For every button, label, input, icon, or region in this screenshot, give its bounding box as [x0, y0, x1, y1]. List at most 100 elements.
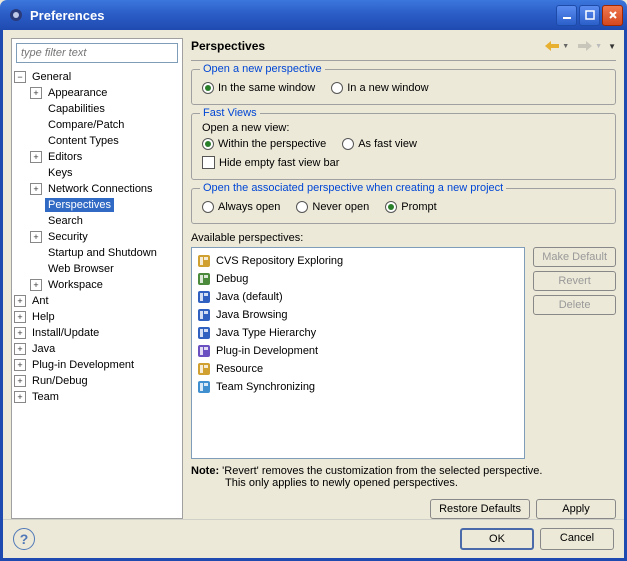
restore-defaults-button[interactable]: Restore Defaults — [430, 499, 530, 519]
tree-item-ant[interactable]: +Ant — [14, 293, 180, 309]
fast-views-group: Fast Views Open a new view: Within the p… — [191, 113, 616, 180]
perspective-icon — [196, 379, 212, 395]
radio-always-open[interactable]: Always open — [202, 201, 280, 213]
tree-item-capabilities[interactable]: Capabilities — [14, 101, 180, 117]
check-hide-empty[interactable]: Hide empty fast view bar — [202, 156, 605, 169]
back-icon[interactable] — [544, 38, 560, 54]
perspective-item[interactable]: CVS Repository Exploring — [196, 252, 520, 270]
tree-label: Ant — [29, 294, 52, 308]
checkbox-icon — [202, 156, 215, 169]
expander-icon[interactable]: + — [14, 311, 26, 323]
tree-item-plug-in-development[interactable]: +Plug-in Development — [14, 357, 180, 373]
expander-icon[interactable]: + — [14, 391, 26, 403]
expander-icon[interactable]: + — [14, 327, 26, 339]
tree-item-content-types[interactable]: Content Types — [14, 133, 180, 149]
tree-item-keys[interactable]: Keys — [14, 165, 180, 181]
menu-dropdown-icon[interactable]: ▼ — [608, 42, 616, 51]
radio-as-fast-view[interactable]: As fast view — [342, 138, 417, 150]
tree-item-editors[interactable]: +Editors — [14, 149, 180, 165]
tree-item-team[interactable]: +Team — [14, 389, 180, 405]
titlebar[interactable]: Preferences — [0, 0, 627, 30]
radio-same-window[interactable]: In the same window — [202, 82, 315, 94]
window-title: Preferences — [28, 8, 556, 23]
tree-item-install-update[interactable]: +Install/Update — [14, 325, 180, 341]
perspective-icon — [196, 271, 212, 287]
tree-item-compare-patch[interactable]: Compare/Patch — [14, 117, 180, 133]
tree-item-security[interactable]: +Security — [14, 229, 180, 245]
perspective-icon — [196, 307, 212, 323]
perspective-item[interactable]: Debug — [196, 270, 520, 288]
available-label: Available perspectives: — [191, 232, 616, 244]
perspective-label: Plug-in Development — [216, 345, 318, 357]
expander-icon[interactable]: + — [14, 359, 26, 371]
tree-label: Appearance — [45, 86, 110, 100]
tree-item-workspace[interactable]: +Workspace — [14, 277, 180, 293]
tree-item-help[interactable]: +Help — [14, 309, 180, 325]
tree-label: Install/Update — [29, 326, 102, 340]
radio-icon — [202, 138, 214, 150]
note-text: Note: 'Revert' removes the customization… — [191, 465, 616, 489]
perspectives-list[interactable]: CVS Repository Exploring DebugJava (defau… — [191, 247, 525, 459]
expander-icon[interactable]: + — [30, 231, 42, 243]
ok-button[interactable]: OK — [460, 528, 534, 550]
tree-item-appearance[interactable]: +Appearance — [14, 85, 180, 101]
tree-item-search[interactable]: Search — [14, 213, 180, 229]
tree-item-run-debug[interactable]: +Run/Debug — [14, 373, 180, 389]
tree-label: Keys — [45, 166, 75, 180]
expander-icon[interactable]: + — [30, 183, 42, 195]
tree-label: Editors — [45, 150, 85, 164]
tree-item-perspectives[interactable]: Perspectives — [14, 197, 180, 213]
new-project-group: Open the associated perspective when cre… — [191, 188, 616, 224]
perspective-item[interactable]: Java Browsing — [196, 306, 520, 324]
expander-icon[interactable]: + — [14, 295, 26, 307]
dropdown-icon[interactable]: ▼ — [562, 43, 569, 50]
minimize-button[interactable] — [556, 5, 577, 26]
close-button[interactable] — [602, 5, 623, 26]
cancel-button[interactable]: Cancel — [540, 528, 614, 550]
expander-icon[interactable]: + — [14, 343, 26, 355]
tree-label: General — [29, 70, 74, 84]
radio-icon — [342, 138, 354, 150]
maximize-button[interactable] — [579, 5, 600, 26]
radio-prompt[interactable]: Prompt — [385, 201, 436, 213]
delete-button[interactable]: Delete — [533, 295, 616, 315]
tree-item-network-connections[interactable]: +Network Connections — [14, 181, 180, 197]
radio-never-open[interactable]: Never open — [296, 201, 369, 213]
perspective-label: Resource — [216, 363, 263, 375]
perspective-icon — [196, 361, 212, 377]
perspective-item[interactable]: Java Type Hierarchy — [196, 324, 520, 342]
perspective-label: Java Type Hierarchy — [216, 327, 316, 339]
radio-new-window[interactable]: In a new window — [331, 82, 428, 94]
app-icon — [8, 7, 24, 23]
perspective-label: CVS Repository Exploring — [216, 255, 343, 267]
perspective-item[interactable]: Plug-in Development — [196, 342, 520, 360]
perspective-label: Java Browsing — [216, 309, 288, 321]
expander-icon[interactable]: + — [30, 279, 42, 291]
help-icon[interactable]: ? — [13, 528, 35, 550]
preferences-tree[interactable]: −General+AppearanceCapabilitiesCompare/P… — [12, 67, 182, 518]
expander-icon[interactable]: + — [30, 87, 42, 99]
perspective-item[interactable]: Resource — [196, 360, 520, 378]
tree-label: Web Browser — [45, 262, 117, 276]
tree-item-startup-and-shutdown[interactable]: Startup and Shutdown — [14, 245, 180, 261]
perspective-item[interactable]: Java (default) — [196, 288, 520, 306]
perspective-icon — [196, 253, 212, 269]
dropdown-icon: ▼ — [595, 43, 602, 50]
radio-within-perspective[interactable]: Within the perspective — [202, 138, 326, 150]
tree-item-general[interactable]: −General — [14, 69, 180, 85]
revert-button[interactable]: Revert — [533, 271, 616, 291]
tree-label: Content Types — [45, 134, 122, 148]
tree-panel: −General+AppearanceCapabilitiesCompare/P… — [11, 38, 183, 519]
make-default-button[interactable]: Make Default — [533, 247, 616, 267]
filter-input[interactable] — [16, 43, 178, 63]
expander-icon[interactable]: − — [14, 71, 26, 83]
radio-icon — [385, 201, 397, 213]
tree-label: Java — [29, 342, 58, 356]
tree-item-java[interactable]: +Java — [14, 341, 180, 357]
apply-button[interactable]: Apply — [536, 499, 616, 519]
perspective-item[interactable]: Team Synchronizing — [196, 378, 520, 396]
tree-item-web-browser[interactable]: Web Browser — [14, 261, 180, 277]
tree-label: Network Connections — [45, 182, 156, 196]
expander-icon[interactable]: + — [14, 375, 26, 387]
expander-icon[interactable]: + — [30, 151, 42, 163]
